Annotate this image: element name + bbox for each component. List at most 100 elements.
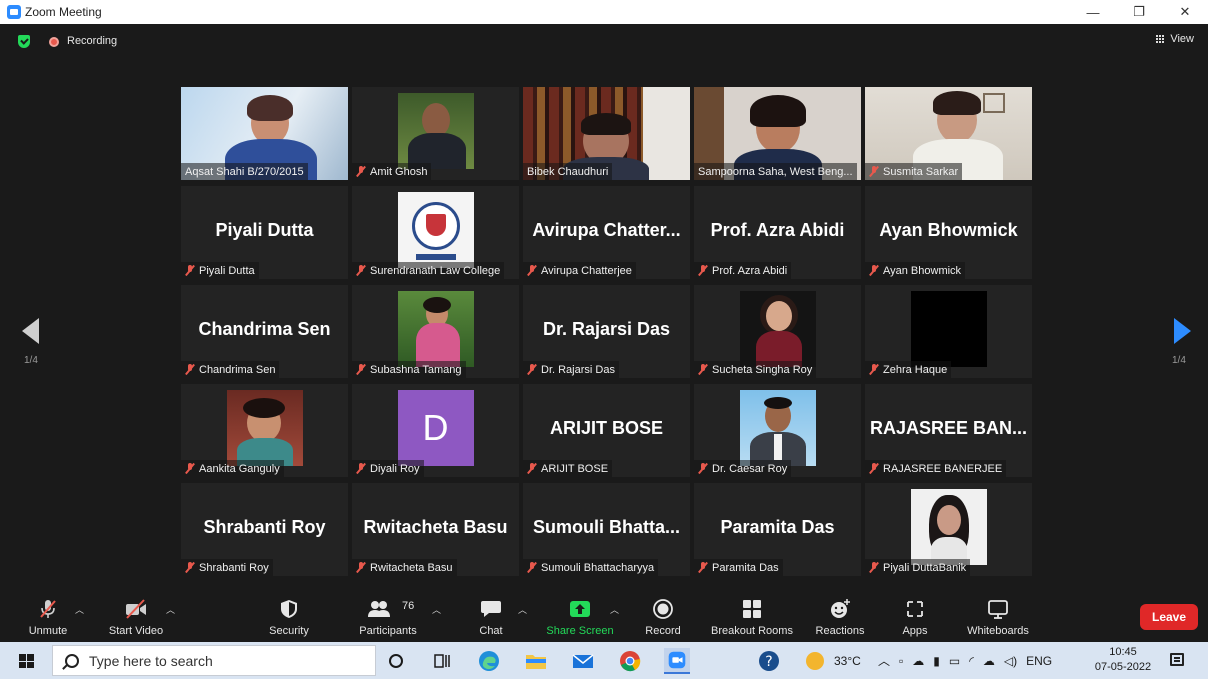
next-page-arrow-icon[interactable] [1174, 318, 1191, 344]
mail-icon[interactable] [570, 648, 596, 674]
chat-bubble-icon [481, 601, 501, 617]
participant-tile[interactable]: Paramita Das Paramita Das [694, 483, 861, 576]
participant-tile[interactable]: Amit Ghosh [352, 87, 519, 180]
network-icon[interactable]: ▭ [949, 654, 960, 668]
participant-name-label: RAJASREE BANERJEE [865, 460, 1007, 477]
participant-tile[interactable]: Avirupa Chatter... Avirupa Chatterjee [523, 186, 690, 279]
taskbar-clock[interactable]: 10:45 07-05-2022 [1092, 645, 1154, 675]
muted-microphone-icon [869, 364, 878, 375]
participants-options-chevron-icon[interactable]: ︿ [432, 603, 441, 616]
participant-tile[interactable]: Sampoorna Saha, West Beng... [694, 87, 861, 180]
chrome-browser-icon[interactable] [617, 648, 643, 674]
restore-button[interactable]: ❐ [1116, 0, 1162, 24]
participant-tile[interactable]: ARIJIT BOSE ARIJIT BOSE [523, 384, 690, 477]
reactions-button[interactable]: Reactions [812, 594, 868, 642]
participant-display-name: Sumouli Bhatta... [532, 517, 680, 537]
task-view-icon[interactable] [429, 648, 455, 674]
meeting-area: Recording View 1/4 1/4 Aqsat Shahi B/270… [0, 24, 1208, 594]
participant-tile[interactable]: Aqsat Shahi B/270/2015 [181, 87, 348, 180]
participant-tile[interactable]: Surendranath Law College [352, 186, 519, 279]
search-input[interactable] [89, 652, 349, 669]
participant-tile[interactable]: Subashna Tamang [352, 285, 519, 378]
previous-page-arrow-icon[interactable] [22, 318, 39, 344]
taskbar-search[interactable] [52, 645, 376, 676]
weather-widget[interactable]: 33°C [806, 642, 861, 679]
svg-text:?: ? [765, 654, 772, 670]
breakout-rooms-button[interactable]: Breakout Rooms [706, 594, 798, 642]
cortana-icon[interactable] [383, 648, 409, 674]
security-label: Security [269, 625, 309, 637]
participants-label: Participants [359, 625, 417, 637]
help-icon[interactable]: ? [756, 648, 782, 674]
participant-tile[interactable]: Sumouli Bhatta... Sumouli Bhattacharyya [523, 483, 690, 576]
participant-tile[interactable]: Rwitacheta Basu Rwitacheta Basu [352, 483, 519, 576]
muted-microphone-icon [869, 463, 878, 474]
participant-photo [226, 390, 303, 466]
muted-microphone-icon [185, 265, 194, 276]
participant-tile[interactable]: Ayan Bhowmick Ayan Bhowmick [865, 186, 1032, 279]
file-explorer-icon[interactable] [523, 648, 549, 674]
wifi-icon[interactable]: ◜ [969, 654, 974, 668]
apps-label: Apps [902, 625, 928, 637]
share-options-chevron-icon[interactable]: ︿ [610, 603, 619, 616]
participant-tile[interactable]: Bibek Chaudhuri [523, 87, 690, 180]
tray-app-icon[interactable]: ▫ [899, 654, 903, 668]
participant-tile[interactable]: Susmita Sarkar [865, 87, 1032, 180]
muted-microphone-icon [869, 562, 878, 573]
record-label: Record [645, 625, 681, 637]
participant-tile[interactable]: Dr. Caesar Roy [694, 384, 861, 477]
participant-tile[interactable]: Aankita Ganguly [181, 384, 348, 477]
participant-tile[interactable]: Dr. Rajarsi Das Dr. Rajarsi Das [523, 285, 690, 378]
chat-options-chevron-icon[interactable]: ︿ [518, 603, 527, 616]
participant-tile[interactable]: Zehra Haque [865, 285, 1032, 378]
participants-button[interactable]: 76 Participants [352, 594, 424, 642]
muted-microphone-icon [527, 265, 536, 276]
window-title: Zoom Meeting [25, 5, 102, 19]
audio-options-chevron-icon[interactable]: ︿ [75, 603, 84, 616]
participant-name-label: Subashna Tamang [352, 361, 466, 378]
encryption-shield-icon[interactable] [18, 35, 30, 48]
windows-start-icon[interactable] [19, 654, 34, 668]
onedrive-cloud-icon[interactable]: ☁ [912, 654, 924, 668]
participant-tile[interactable]: Piyali DuttaBanik [865, 483, 1032, 576]
leave-button[interactable]: Leave [1140, 604, 1198, 630]
security-button[interactable]: Security [262, 594, 316, 642]
video-options-chevron-icon[interactable]: ︿ [166, 603, 175, 616]
minimize-button[interactable]: — [1070, 0, 1116, 24]
search-icon [65, 653, 79, 668]
notification-icon[interactable] [1170, 653, 1184, 666]
participant-display-name: Prof. Azra Abidi [710, 220, 845, 240]
participant-tile[interactable]: Prof. Azra Abidi Prof. Azra Abidi [694, 186, 861, 279]
participant-name: Avirupa Chatterjee [541, 264, 632, 277]
participant-tile[interactable]: Piyali Dutta Piyali Dutta [181, 186, 348, 279]
record-button[interactable]: Record [640, 594, 686, 642]
participant-display-name: RAJASREE BAN... [869, 418, 1028, 438]
whiteboards-button[interactable]: Whiteboards [960, 594, 1036, 642]
view-button[interactable]: View [1156, 33, 1194, 45]
edge-browser-icon[interactable] [476, 648, 502, 674]
cloud-sync-icon[interactable]: ☁ [983, 654, 995, 668]
participant-tile[interactable]: Sucheta Singha Roy [694, 285, 861, 378]
zoom-taskbar-icon[interactable] [664, 648, 690, 674]
apps-button[interactable]: Apps [898, 594, 932, 642]
pen-icon[interactable]: ▮ [933, 654, 940, 668]
participant-tile[interactable]: D Diyali Roy [352, 384, 519, 477]
participant-tile[interactable]: Shrabanti Roy Shrabanti Roy [181, 483, 348, 576]
volume-icon[interactable]: ◁) [1004, 654, 1017, 668]
start-video-button[interactable]: Start Video [102, 594, 170, 642]
share-screen-button[interactable]: Share Screen [544, 594, 616, 642]
unmute-button[interactable]: Unmute [20, 594, 76, 642]
muted-microphone-icon [185, 562, 194, 573]
participant-name-label: Prof. Azra Abidi [694, 262, 792, 279]
participant-tile[interactable]: RAJASREE BAN... RAJASREE BANERJEE [865, 384, 1032, 477]
participant-display-name: Ayan Bhowmick [879, 220, 1018, 240]
participant-tile[interactable]: Chandrima Sen Chandrima Sen [181, 285, 348, 378]
tray-overflow-chevron-icon[interactable]: ︿ [878, 652, 890, 669]
chat-button[interactable]: Chat [473, 594, 509, 642]
share-screen-label: Share Screen [546, 625, 614, 637]
chat-label: Chat [479, 625, 503, 637]
participant-name-label: Sucheta Singha Roy [694, 361, 817, 378]
zoom-app-icon [7, 5, 21, 19]
language-indicator[interactable]: ENG [1026, 654, 1052, 668]
close-button[interactable]: ✕ [1162, 0, 1208, 24]
